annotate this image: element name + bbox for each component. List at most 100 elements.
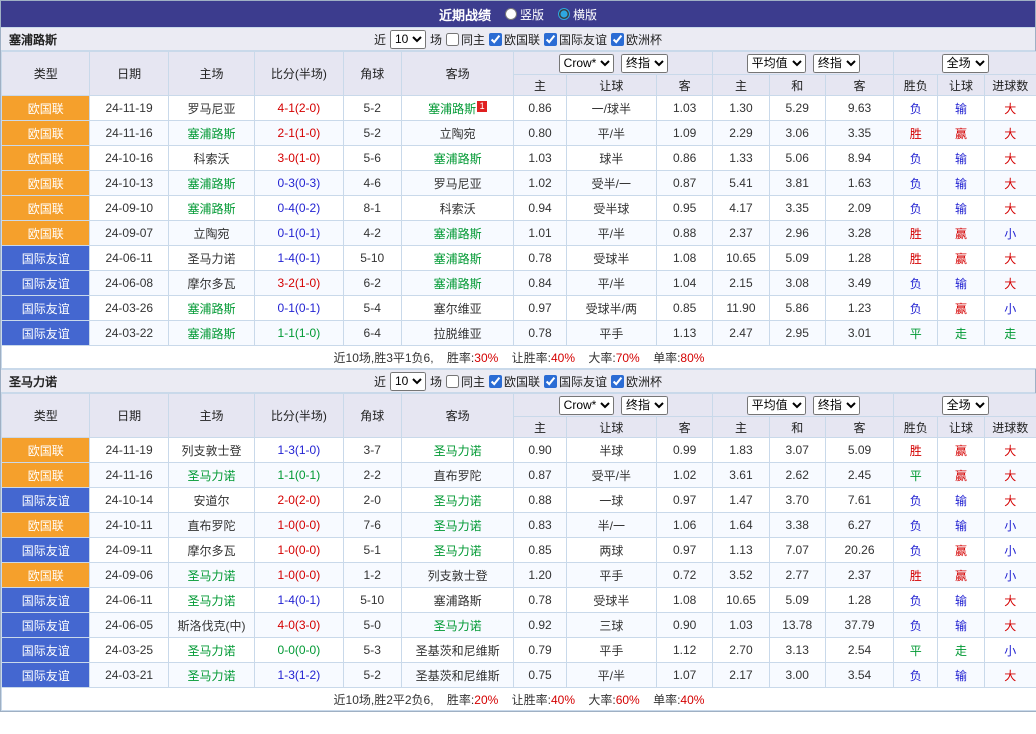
asian-handicap-line: 半球 — [565, 437, 658, 463]
same-home-option[interactable]: 同主 — [445, 31, 485, 48]
match-count-select[interactable]: 10 — [389, 371, 426, 391]
col-away: 客场 — [400, 393, 515, 438]
nations-league-checkbox[interactable] — [489, 32, 502, 46]
corner-count: 5-10 — [342, 245, 402, 271]
euro-checkbox[interactable] — [611, 32, 625, 46]
asian-final-odds-select[interactable]: 终指 — [621, 395, 669, 415]
friendly-option[interactable]: 国际友谊 — [544, 373, 607, 390]
match-count-select[interactable]: 10 — [389, 29, 426, 49]
win-draw-loss-result: 负 — [893, 170, 939, 196]
goals-over-under-result: 大 — [983, 587, 1036, 613]
euro-final-odds-select[interactable]: 终指 — [812, 53, 860, 73]
match-row: 国际友谊 24-03-26 塞浦路斯 0-1(0-1) 5-4 塞尔维亚 0.97 受球半/两… — [0, 295, 1036, 321]
match-date: 24-09-10 — [89, 195, 169, 221]
match-row: 欧国联 24-09-07 立陶宛 0-1(0-1) 4-2 塞浦路斯 1.01 平/半 0.88… — [0, 220, 1036, 246]
corner-count: 1-2 — [342, 562, 402, 588]
handicap-result: 赢 — [937, 120, 985, 146]
away-team: 圣马力诺 — [400, 437, 515, 463]
match-date: 24-11-19 — [89, 95, 169, 121]
competition-badge: 欧国联 — [0, 95, 91, 121]
single-rate-label: 单率: — [653, 350, 681, 365]
euro-away-odds: 9.63 — [824, 95, 895, 121]
asian-away-odds: 0.85 — [656, 295, 714, 321]
layout-horizontal-option[interactable]: 横版 — [558, 6, 597, 23]
same-home-label: 同主 — [460, 32, 485, 47]
nations-league-option[interactable]: 欧国联 — [489, 373, 540, 390]
asian-final-odds-select[interactable]: 终指 — [621, 53, 669, 73]
home-team: 立陶宛 — [167, 220, 256, 246]
euro-away-odds: 6.27 — [824, 512, 895, 538]
euro-home-odds: 1.13 — [712, 537, 770, 563]
corner-count: 4-6 — [342, 170, 402, 196]
goals-over-under-result: 大 — [983, 487, 1036, 513]
horizontal-layout-radio[interactable] — [558, 8, 570, 20]
handicap-result: 输 — [937, 170, 985, 196]
away-team: 塞浦路斯 — [400, 587, 515, 613]
euro-draw-odds: 2.77 — [768, 562, 826, 588]
match-date: 24-11-16 — [89, 462, 169, 488]
period-select[interactable]: 全场 — [941, 53, 989, 73]
nations-league-option[interactable]: 欧国联 — [489, 31, 540, 48]
same-home-checkbox[interactable] — [445, 374, 459, 388]
friendly-checkbox[interactable] — [544, 32, 558, 46]
asian-home-odds: 0.97 — [513, 295, 567, 321]
period-header: 全场 — [893, 51, 1036, 75]
home-team: 列支敦士登 — [167, 437, 256, 463]
nations-league-checkbox[interactable] — [489, 374, 502, 388]
home-team: 罗马尼亚 — [167, 95, 256, 121]
asian-home-odds: 0.85 — [513, 537, 567, 563]
asian-home-odds: 1.03 — [513, 145, 567, 171]
handicap-result: 输 — [937, 195, 985, 221]
competition-badge: 欧国联 — [0, 512, 91, 538]
home-team: 圣马力诺 — [167, 462, 256, 488]
euro-away-odds: 5.09 — [824, 437, 895, 463]
bookmaker-select[interactable]: Crow* — [558, 53, 614, 73]
team-name: 圣马力诺 — [9, 374, 58, 389]
asian-handicap-line: 受平/半 — [565, 462, 658, 488]
col-score: 比分(半场) — [254, 51, 344, 96]
match-row: 欧国联 24-11-16 圣马力诺 1-1(0-1) 2-2 直布罗陀 0.87 受平/半 1.… — [0, 462, 1036, 488]
euro-away-odds: 2.09 — [824, 195, 895, 221]
same-home-option[interactable]: 同主 — [445, 373, 485, 390]
col-corner: 角球 — [342, 393, 402, 438]
win-draw-loss-result: 负 — [893, 587, 939, 613]
layout-vertical-option[interactable]: 竖版 — [504, 6, 544, 23]
asian-home-odds: 0.78 — [513, 245, 567, 271]
competition-badge: 国际友谊 — [0, 320, 91, 346]
team-name: 塞浦路斯 — [9, 32, 58, 47]
euro-average-select[interactable]: 平均值 — [746, 53, 806, 73]
away-team: 科索沃 — [400, 195, 515, 221]
euro-away-odds: 1.23 — [824, 295, 895, 321]
friendly-option[interactable]: 国际友谊 — [544, 31, 607, 48]
asian-home-odds: 0.92 — [513, 612, 567, 638]
asian-away-odds: 0.86 — [656, 145, 714, 171]
euro-average-select[interactable]: 平均值 — [746, 395, 806, 415]
corner-count: 5-4 — [342, 295, 402, 321]
asian-home-odds: 1.01 — [513, 220, 567, 246]
match-score: 1-4(0-1) — [254, 245, 344, 271]
period-select[interactable]: 全场 — [941, 395, 989, 415]
recent-results-page: 近期战绩 竖版 横版 塞浦路斯 近 10 场 同主 欧国联 国际友谊 欧洲杯 类… — [0, 0, 1036, 712]
win-draw-loss-result: 负 — [893, 487, 939, 513]
euro-option[interactable]: 欧洲杯 — [611, 31, 662, 48]
euro-final-odds-select[interactable]: 终指 — [812, 395, 860, 415]
competition-badge: 国际友谊 — [0, 587, 91, 613]
euro-option[interactable]: 欧洲杯 — [611, 373, 662, 390]
match-score: 0-1(0-1) — [254, 295, 344, 321]
match-score: 1-4(0-1) — [254, 587, 344, 613]
match-row: 国际友谊 24-06-11 圣马力诺 1-4(0-1) 5-10 塞浦路斯 0.78 受球半 1… — [0, 245, 1036, 271]
bookmaker-select[interactable]: Crow* — [558, 395, 614, 415]
summary-row: 近10场,胜3平1负6, 胜率:30% 让胜率:40% 大率:70% 单率:80… — [1, 345, 1036, 369]
vertical-layout-radio[interactable] — [504, 8, 517, 20]
asian-away-odds: 1.07 — [656, 662, 714, 688]
friendly-checkbox[interactable] — [544, 374, 558, 388]
match-date: 24-06-11 — [89, 245, 169, 271]
asian-home-odds: 0.75 — [513, 662, 567, 688]
match-score: 1-1(1-0) — [254, 320, 344, 346]
friendly-label: 国际友谊 — [559, 32, 608, 47]
same-home-checkbox[interactable] — [445, 32, 459, 46]
corner-count: 2-0 — [342, 487, 402, 513]
single-rate-label: 单率: — [653, 692, 681, 707]
euro-checkbox[interactable] — [611, 374, 625, 388]
match-row: 欧国联 24-10-11 直布罗陀 1-0(0-0) 7-6 圣马力诺 0.83 半/一 1.0… — [0, 512, 1036, 538]
